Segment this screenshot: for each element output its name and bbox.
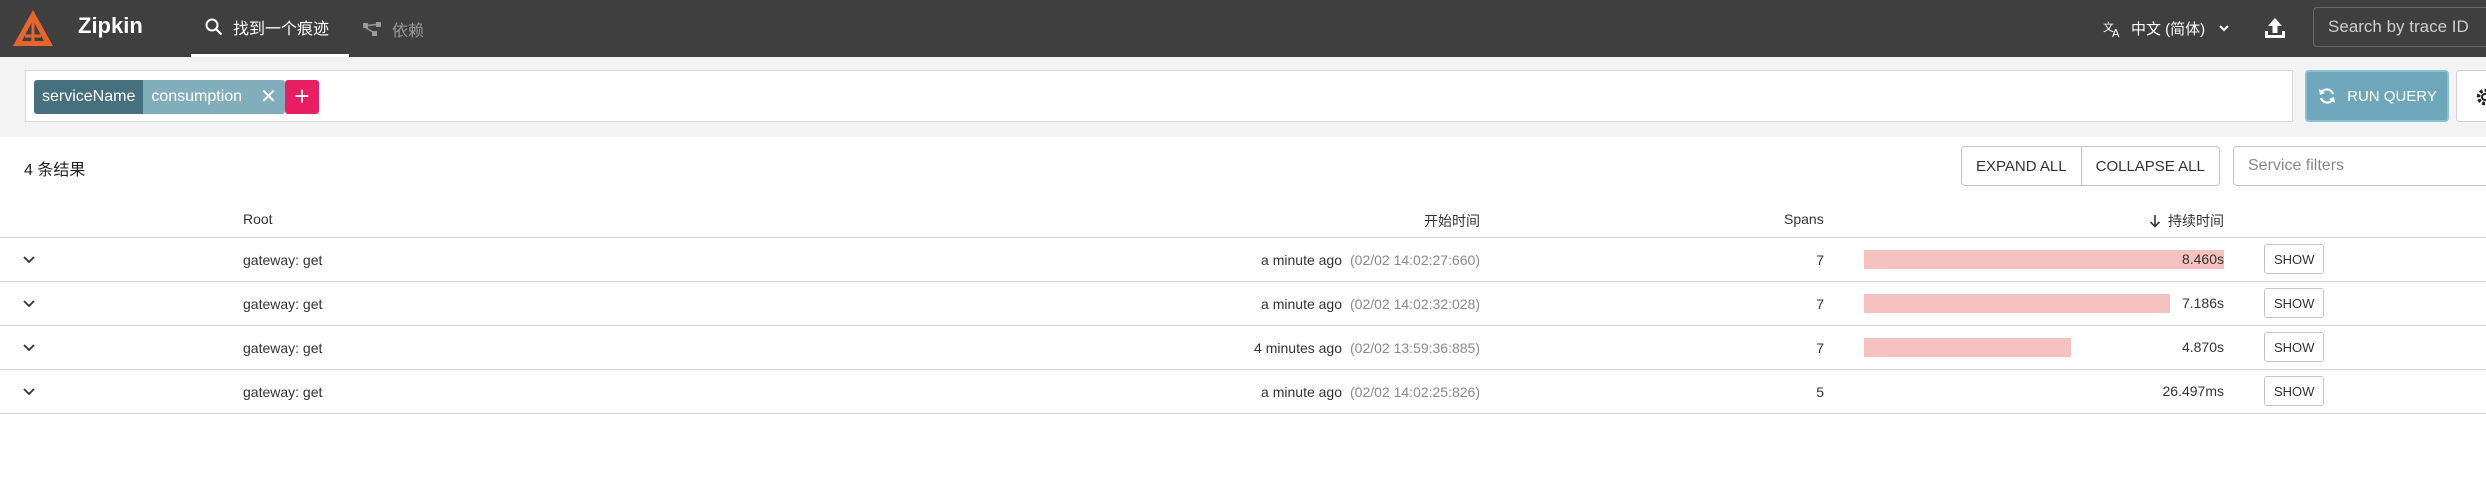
chip-value-text: consumption [151, 88, 243, 105]
refresh-icon [2319, 88, 2336, 104]
results-table-header: Root 开始时间 Spans 持续时间 [0, 203, 2486, 238]
svg-text:A: A [2112, 27, 2120, 38]
tab-find-trace[interactable]: 找到一个痕迹 [191, 0, 349, 57]
run-query-button[interactable]: RUN QUERY [2305, 70, 2449, 122]
upload-icon[interactable] [2260, 14, 2290, 44]
root-span-name: gateway: get [243, 383, 323, 400]
span-count: 7 [1816, 251, 1824, 268]
tab-dependencies[interactable]: 依赖 [362, 0, 424, 57]
chevron-down-icon[interactable] [22, 370, 40, 413]
start-time-relative: a minute ago [1261, 295, 1342, 312]
duration-bar [1864, 250, 2224, 269]
duration-value: 7.186s [2181, 295, 2224, 311]
chevron-down-icon[interactable] [22, 282, 40, 325]
start-time: 4 minutes ago (02/02 13:59:36:885) [1254, 326, 1480, 369]
show-trace-button[interactable]: SHOW [2264, 376, 2325, 406]
top-navbar: Zipkin 找到一个痕迹 依赖 文 A 中文 (简体) [0, 0, 2486, 57]
gear-icon [2476, 88, 2486, 106]
language-selector[interactable]: 文 A 中文 (简体) [2103, 0, 2243, 57]
duration-cell: 26.497ms [1864, 382, 2224, 401]
root-span-name: gateway: get [243, 251, 323, 268]
zipkin-logo-icon[interactable] [11, 8, 55, 48]
start-time-absolute: (02/02 13:59:36:885) [1350, 339, 1480, 356]
trace-id-search-input[interactable] [2313, 7, 2486, 47]
query-bar: serviceName consumption ✕ + RUN QUERY [0, 57, 2486, 137]
brand-title[interactable]: Zipkin [78, 13, 143, 39]
start-time-absolute: (02/02 14:02:27:660) [1350, 251, 1480, 268]
span-count: 7 [1816, 295, 1824, 312]
chevron-down-icon[interactable] [22, 326, 40, 369]
close-icon[interactable]: ✕ [260, 80, 277, 114]
expand-collapse-group: EXPAND ALL COLLAPSE ALL [1961, 146, 2220, 186]
duration-bar [1864, 294, 2170, 313]
service-filters-input[interactable] [2233, 146, 2486, 186]
settings-button[interactable] [2456, 70, 2486, 122]
query-chip-service-name[interactable]: serviceName consumption ✕ [34, 80, 285, 114]
start-time-absolute: (02/02 14:02:25:826) [1350, 383, 1480, 400]
column-spans[interactable]: Spans [1784, 211, 1824, 227]
tab-find-trace-label: 找到一个痕迹 [233, 21, 330, 38]
span-count: 5 [1816, 383, 1824, 400]
column-duration[interactable]: 持续时间 [2148, 211, 2224, 231]
column-start-time[interactable]: 开始时间 [1424, 211, 1480, 231]
column-duration-label: 持续时间 [2168, 213, 2224, 229]
tab-dependencies-label: 依赖 [392, 22, 425, 40]
column-root[interactable]: Root [243, 211, 273, 227]
show-trace-button[interactable]: SHOW [2264, 332, 2325, 362]
translate-icon: 文 A [2103, 20, 2120, 38]
duration-bar [1864, 338, 2072, 357]
search-icon [205, 18, 223, 36]
sort-arrow-down-icon [2149, 215, 2161, 228]
chip-key: serviceName [34, 80, 144, 114]
start-time: a minute ago (02/02 14:02:27:660) [1261, 238, 1480, 281]
duration-value: 8.460s [2181, 251, 2224, 267]
table-row[interactable]: gateway: get a minute ago (02/02 14:02:2… [0, 370, 2486, 414]
expand-all-button[interactable]: EXPAND ALL [1961, 146, 2082, 186]
start-time-relative: 4 minutes ago [1254, 339, 1342, 356]
duration-cell: 8.460s [1864, 250, 2224, 269]
start-time: a minute ago (02/02 14:02:25:826) [1261, 370, 1480, 413]
start-time-relative: a minute ago [1261, 383, 1342, 400]
show-trace-button[interactable]: SHOW [2264, 244, 2325, 274]
table-row[interactable]: gateway: get a minute ago (02/02 14:02:3… [0, 282, 2486, 326]
run-query-label: RUN QUERY [2347, 87, 2437, 105]
duration-cell: 4.870s [1864, 338, 2224, 357]
result-count: 4 条结果 [24, 162, 86, 179]
dependencies-icon [363, 21, 381, 36]
language-label: 中文 (简体) [2131, 21, 2206, 38]
chip-value[interactable]: consumption ✕ [143, 80, 285, 114]
query-criteria-box[interactable]: serviceName consumption ✕ + [25, 70, 2293, 122]
span-count: 7 [1816, 339, 1824, 356]
collapse-all-button[interactable]: COLLAPSE ALL [2081, 146, 2220, 186]
duration-cell: 7.186s [1864, 294, 2224, 313]
duration-value: 4.870s [2181, 339, 2224, 355]
start-time-absolute: (02/02 14:02:32:028) [1350, 295, 1480, 312]
start-time-relative: a minute ago [1261, 251, 1342, 268]
table-row[interactable]: gateway: get 4 minutes ago (02/02 13:59:… [0, 326, 2486, 370]
chevron-down-icon [2219, 24, 2229, 31]
duration-value: 26.497ms [2162, 383, 2224, 399]
root-span-name: gateway: get [243, 339, 323, 356]
root-span-name: gateway: get [243, 295, 323, 312]
add-criteria-button[interactable]: + [285, 80, 319, 114]
chevron-down-icon[interactable] [22, 238, 40, 281]
table-row[interactable]: gateway: get a minute ago (02/02 14:02:2… [0, 238, 2486, 282]
show-trace-button[interactable]: SHOW [2264, 288, 2325, 318]
start-time: a minute ago (02/02 14:02:32:028) [1261, 282, 1480, 325]
